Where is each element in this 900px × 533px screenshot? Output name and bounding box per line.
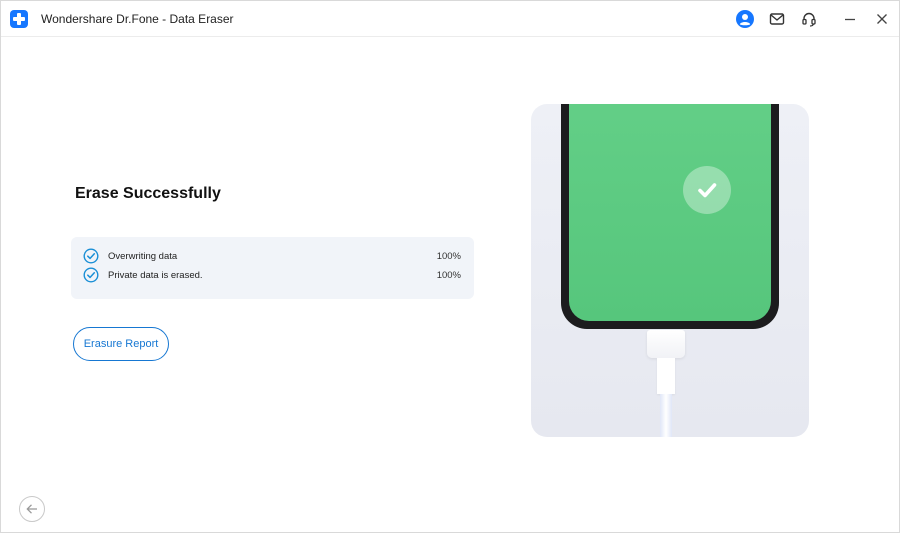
- check-circle-icon: [83, 248, 99, 264]
- progress-row-overwriting: Overwriting data 100%: [83, 247, 461, 265]
- minimize-icon[interactable]: [841, 10, 859, 28]
- phone-body: [561, 104, 779, 329]
- mail-icon[interactable]: [768, 10, 786, 28]
- success-check-icon: [683, 166, 731, 214]
- page-title: Erase Successfully: [75, 185, 221, 202]
- arrow-left-icon: [26, 504, 37, 514]
- app-window: Wondershare Dr.Fone - Data Eraser Erase …: [0, 0, 900, 533]
- progress-percent: 100%: [436, 269, 461, 281]
- erasure-report-button[interactable]: Erasure Report: [73, 327, 169, 361]
- cable-plug: [657, 358, 675, 394]
- back-button[interactable]: [19, 496, 45, 522]
- progress-label: Overwriting data: [108, 250, 178, 262]
- user-avatar-icon[interactable]: [736, 10, 754, 28]
- close-icon[interactable]: [873, 10, 891, 28]
- progress-label: Private data is erased.: [108, 269, 203, 281]
- erase-progress-panel: Overwriting data 100% Private data is er…: [71, 237, 474, 299]
- window-title: Wondershare Dr.Fone - Data Eraser: [41, 12, 234, 26]
- cable-connector: [647, 330, 685, 358]
- phone-screen: [569, 104, 771, 321]
- title-bar: Wondershare Dr.Fone - Data Eraser: [1, 1, 899, 37]
- progress-percent: 100%: [436, 250, 461, 262]
- check-circle-icon: [83, 267, 99, 283]
- headset-icon[interactable]: [800, 10, 818, 28]
- progress-row-private-data: Private data is erased. 100%: [83, 266, 461, 284]
- cable-wire: [660, 394, 672, 437]
- app-logo-icon: [10, 10, 28, 28]
- phone-illustration: [531, 104, 809, 437]
